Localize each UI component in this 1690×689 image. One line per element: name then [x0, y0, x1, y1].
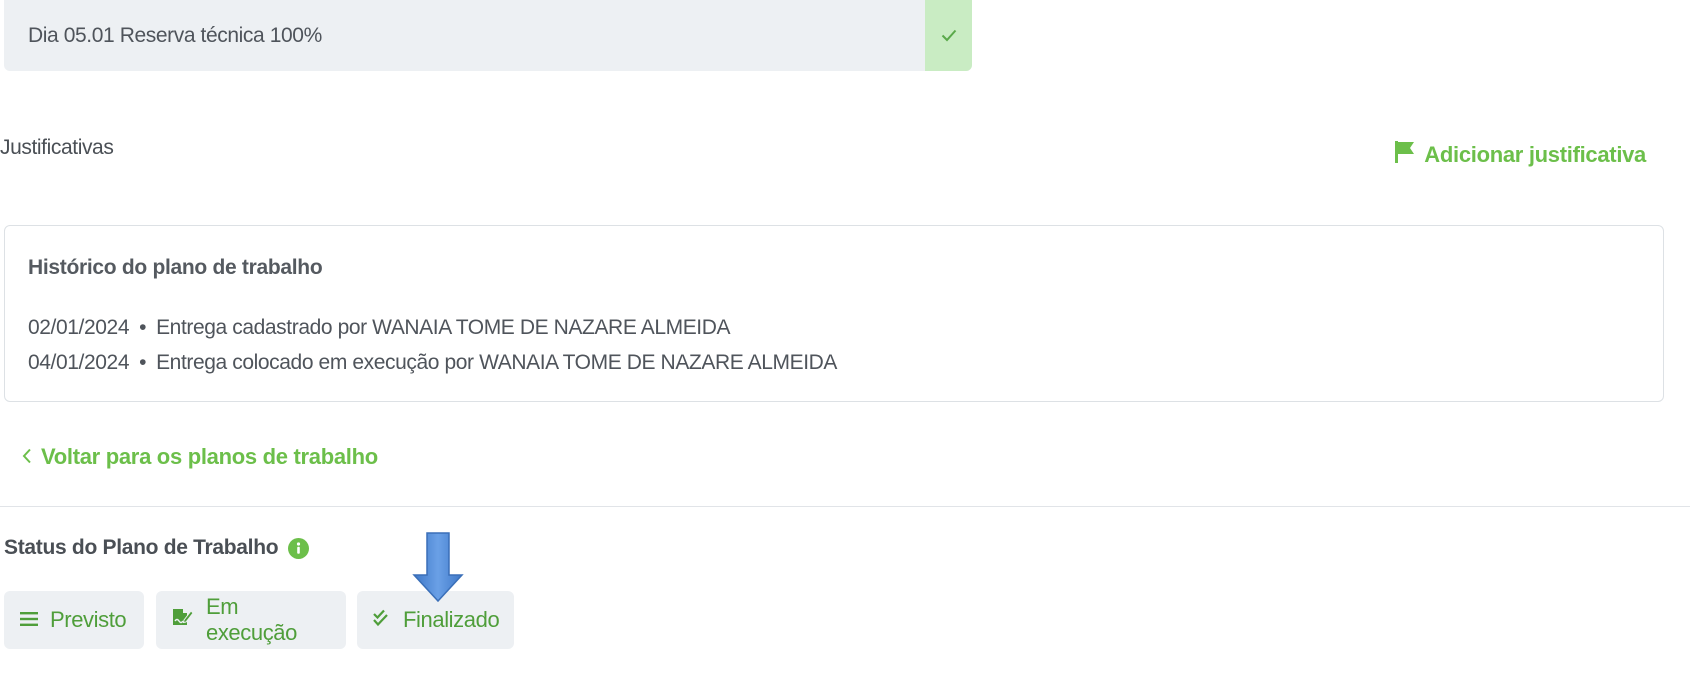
status-em-execucao-label: Em execução: [206, 594, 297, 645]
history-text: Entrega cadastrado por WANAIA TOME DE NA…: [156, 316, 731, 339]
history-separator: •: [139, 351, 147, 374]
history-list: 02/01/2024 • Entrega cadastrado por WANAIA…: [28, 310, 837, 380]
history-entry: 02/01/2024 • Entrega cadastrado por WANAIA…: [28, 310, 837, 345]
status-finalizado-label: Finalizado: [403, 607, 500, 632]
history-separator: •: [139, 316, 147, 339]
back-link-label: Voltar para os planos de trabalho: [41, 444, 378, 469]
down-arrow-icon: [412, 531, 464, 608]
chevron-left-icon: [22, 444, 32, 470]
task-text: Dia 05.01 Reserva técnica 100%: [28, 23, 322, 47]
status-previsto-label: Previsto: [50, 607, 127, 632]
task-row[interactable]: Dia 05.01 Reserva técnica 100%: [4, 0, 972, 71]
back-to-plans-link[interactable]: Voltar para os planos de trabalho: [22, 444, 378, 470]
status-title-text: Status do Plano de Trabalho: [4, 536, 279, 559]
history-title: Histórico do plano de trabalho: [28, 256, 323, 279]
flag-icon: [1394, 140, 1416, 170]
page: Dia 05.01 Reserva técnica 100% Justifica…: [0, 0, 1690, 689]
double-check-icon: [373, 607, 391, 633]
history-date: 02/01/2024: [28, 316, 130, 339]
history-text: Entrega colocado em execução por WANAIA …: [156, 351, 837, 374]
status-title: Status do Plano de Trabalho: [4, 536, 310, 560]
list-icon: [20, 607, 38, 633]
status-em-execucao-button[interactable]: Em execução: [156, 591, 346, 649]
add-justificativa-button[interactable]: Adicionar justificativa: [1394, 140, 1646, 170]
info-icon[interactable]: [288, 537, 310, 559]
divider: [0, 506, 1690, 507]
history-entry: 04/01/2024 • Entrega colocado em execução …: [28, 345, 837, 380]
status-previsto-button[interactable]: Previsto: [4, 591, 144, 649]
add-justificativa-label: Adicionar justificativa: [1424, 142, 1646, 167]
edit-signature-icon: [172, 607, 194, 633]
check-icon: [925, 0, 972, 71]
justificativas-title: Justificativas: [0, 136, 114, 159]
history-date: 04/01/2024: [28, 351, 130, 374]
history-card: Histórico do plano de trabalho 02/01/202…: [4, 225, 1664, 402]
